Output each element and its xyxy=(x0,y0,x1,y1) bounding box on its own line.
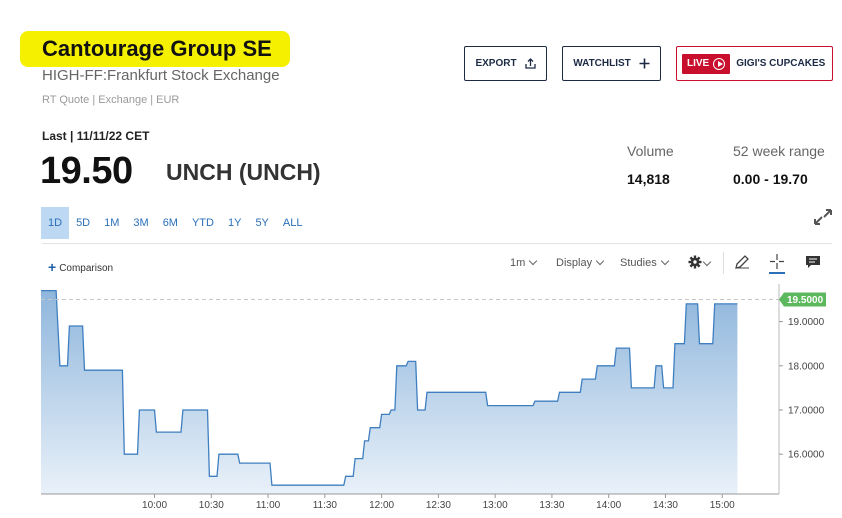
x-tick-label: 13:30 xyxy=(539,500,564,511)
chevron-down-icon xyxy=(595,256,605,266)
comparison-button[interactable]: + Comparison xyxy=(48,259,113,275)
studies-dropdown[interactable]: Studies xyxy=(620,256,669,269)
divider xyxy=(42,243,832,244)
pencil-icon[interactable] xyxy=(734,254,750,270)
price-area-fill xyxy=(41,290,738,494)
chevron-down-icon xyxy=(660,256,669,266)
range-tab-all[interactable]: ALL xyxy=(276,207,310,239)
x-tick-label: 12:30 xyxy=(426,500,451,511)
x-tick-label: 10:30 xyxy=(199,500,224,511)
page-title: Cantourage Group SE xyxy=(42,36,272,61)
x-tick-label: 12:00 xyxy=(369,500,394,511)
live-show-label: GIGI'S CUPCAKES xyxy=(736,58,826,69)
live-badge: LIVE xyxy=(682,53,731,74)
x-tick-label: 14:30 xyxy=(653,500,678,511)
gear-icon xyxy=(688,255,702,269)
last-price-badge-label: 19.5000 xyxy=(787,295,824,306)
live-badge-label: LIVE xyxy=(687,58,710,69)
comment-icon[interactable] xyxy=(805,255,821,269)
watchlist-label: WATCHLIST xyxy=(573,58,631,69)
chevron-down-icon xyxy=(702,257,712,267)
play-icon xyxy=(713,57,726,70)
display-label: Display xyxy=(556,257,593,269)
x-tick-label: 11:00 xyxy=(256,500,281,511)
range-tab-ytd[interactable]: YTD xyxy=(185,207,221,239)
volume-label: Volume xyxy=(627,143,674,159)
chevron-down-icon xyxy=(529,256,538,266)
x-tick-label: 13:00 xyxy=(483,500,508,511)
y-tick-label: 19.0000 xyxy=(788,317,825,328)
interval-label: 1m xyxy=(510,257,526,269)
range-tabs: 1D 5D 1M 3M 6M YTD 1Y 5Y ALL xyxy=(41,207,309,239)
52-week-range-value: 0.00 - 19.70 xyxy=(733,171,808,187)
range-tab-1d[interactable]: 1D xyxy=(41,207,70,239)
x-tick-label: 15:00 xyxy=(710,500,735,511)
52-week-range-label: 52 week range xyxy=(733,143,825,159)
range-tab-5y[interactable]: 5Y xyxy=(248,207,275,239)
last-price: 19.50 xyxy=(40,150,133,192)
settings-dropdown[interactable] xyxy=(688,255,712,270)
quote-meta: RT Quote | Exchange | EUR xyxy=(42,94,180,106)
export-icon xyxy=(524,58,536,69)
volume-value: 14,818 xyxy=(627,171,670,187)
x-tick-label: 11:30 xyxy=(313,500,338,511)
live-tv-button[interactable]: LIVE GIGI'S CUPCAKES xyxy=(676,46,833,81)
export-label: EXPORT xyxy=(475,58,517,69)
y-tick-label: 18.0000 xyxy=(788,361,825,372)
range-tab-1y[interactable]: 1Y xyxy=(221,207,248,239)
range-tab-3m[interactable]: 3M xyxy=(126,207,155,239)
x-tick-label: 10:00 xyxy=(142,500,167,511)
x-tick-label: 14:00 xyxy=(596,500,621,511)
watchlist-button[interactable]: WATCHLIST xyxy=(562,46,661,81)
y-tick-label: 16.0000 xyxy=(788,450,825,461)
range-tab-5d[interactable]: 5D xyxy=(69,207,97,239)
range-tab-6m[interactable]: 6M xyxy=(156,207,185,239)
comparison-label: Comparison xyxy=(59,263,114,274)
crosshair-icon[interactable] xyxy=(768,252,786,274)
plus-icon: + xyxy=(48,259,57,275)
range-tab-1m[interactable]: 1M xyxy=(97,207,126,239)
y-tick-label: 17.0000 xyxy=(788,406,825,417)
display-dropdown[interactable]: Display xyxy=(556,256,605,269)
plus-icon xyxy=(639,58,650,69)
price-change: UNCH (UNCH) xyxy=(166,159,321,185)
interval-dropdown[interactable]: 1m xyxy=(510,256,538,269)
export-button[interactable]: EXPORT xyxy=(464,46,547,81)
fullscreen-icon[interactable] xyxy=(812,207,834,227)
studies-label: Studies xyxy=(620,257,657,269)
exchange-label: HIGH-FF:Frankfurt Stock Exchange xyxy=(42,67,280,84)
last-trade-label: Last | 11/11/22 CET xyxy=(42,129,150,143)
price-chart[interactable]: 16.0000 17.0000 18.0000 19.0000 10:00 10:30 11… xyxy=(0,282,842,518)
toolbar-divider xyxy=(723,252,724,274)
